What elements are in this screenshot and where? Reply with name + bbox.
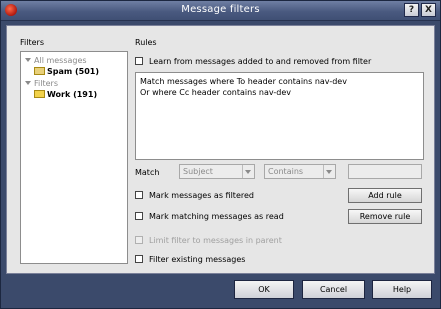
tree-item-label: Spam (501) (47, 67, 100, 76)
close-title-button[interactable]: X (421, 3, 436, 17)
tree-group-label: All messages (34, 56, 87, 65)
tree-group-all-messages[interactable]: All messages (25, 56, 87, 65)
learn-checkbox-row[interactable]: Learn from messages added to and removed… (135, 57, 371, 66)
expand-arrow-icon[interactable] (25, 58, 31, 62)
remove-rule-button[interactable]: Remove rule (348, 209, 422, 224)
operator-select-value: Contains (268, 167, 304, 176)
learn-checkbox[interactable] (135, 57, 143, 65)
help-title-button[interactable]: ? (404, 3, 419, 17)
folder-icon (34, 90, 45, 98)
match-label: Match (135, 168, 160, 177)
value-input[interactable] (348, 164, 422, 179)
cancel-button[interactable]: Cancel (302, 280, 365, 299)
filters-tree[interactable]: All messages Spam (501) Filters Work (19… (20, 51, 128, 264)
filter-existing-label: Filter existing messages (149, 255, 246, 264)
tree-group-filters[interactable]: Filters (25, 79, 58, 88)
expand-arrow-icon[interactable] (25, 81, 31, 85)
spam-folder-icon (34, 67, 45, 75)
tree-item-spam[interactable]: Spam (501) (34, 67, 99, 76)
mark-filtered-label: Mark messages as filtered (149, 191, 254, 200)
tree-item-work[interactable]: Work (191) (34, 90, 97, 99)
message-filters-window: Message filters ? X Filters All messages… (0, 0, 441, 309)
mark-filtered-row[interactable]: Mark messages as filtered (135, 191, 254, 200)
mark-read-row[interactable]: Mark matching messages as read (135, 212, 284, 221)
dialog-body: Filters All messages Spam (501) Filters … (6, 25, 435, 274)
operator-select[interactable]: Contains (264, 164, 336, 179)
limit-parent-label: Limit filter to messages in parent (149, 236, 282, 245)
limit-parent-checkbox (135, 236, 143, 244)
help-button[interactable]: Help (372, 280, 432, 299)
filters-heading: Filters (20, 38, 44, 47)
tree-group-label: Filters (34, 79, 58, 88)
chevron-down-icon (242, 165, 254, 178)
limit-parent-row: Limit filter to messages in parent (135, 236, 282, 245)
mark-read-checkbox[interactable] (135, 212, 143, 220)
field-select[interactable]: Subject (179, 164, 255, 179)
tree-item-label: Work (191) (47, 90, 98, 99)
window-title: Message filters (181, 4, 260, 15)
add-rule-button[interactable]: Add rule (348, 188, 422, 203)
mark-read-label: Mark matching messages as read (149, 212, 284, 221)
filter-existing-checkbox[interactable] (135, 255, 143, 263)
rules-heading: Rules (135, 38, 157, 47)
filter-existing-row[interactable]: Filter existing messages (135, 255, 245, 264)
mark-filtered-checkbox[interactable] (135, 191, 143, 199)
title-bar[interactable]: Message filters ? X (1, 1, 440, 21)
rule-line-1[interactable]: Match messages where To header contains … (140, 76, 419, 87)
chevron-down-icon (323, 165, 335, 178)
rules-list[interactable]: Match messages where To header contains … (135, 72, 424, 160)
learn-label: Learn from messages added to and removed… (149, 57, 372, 66)
field-select-value: Subject (183, 167, 213, 176)
ok-button[interactable]: OK (234, 280, 294, 299)
rule-line-2[interactable]: Or where Cc header contains nav-dev (140, 87, 419, 98)
